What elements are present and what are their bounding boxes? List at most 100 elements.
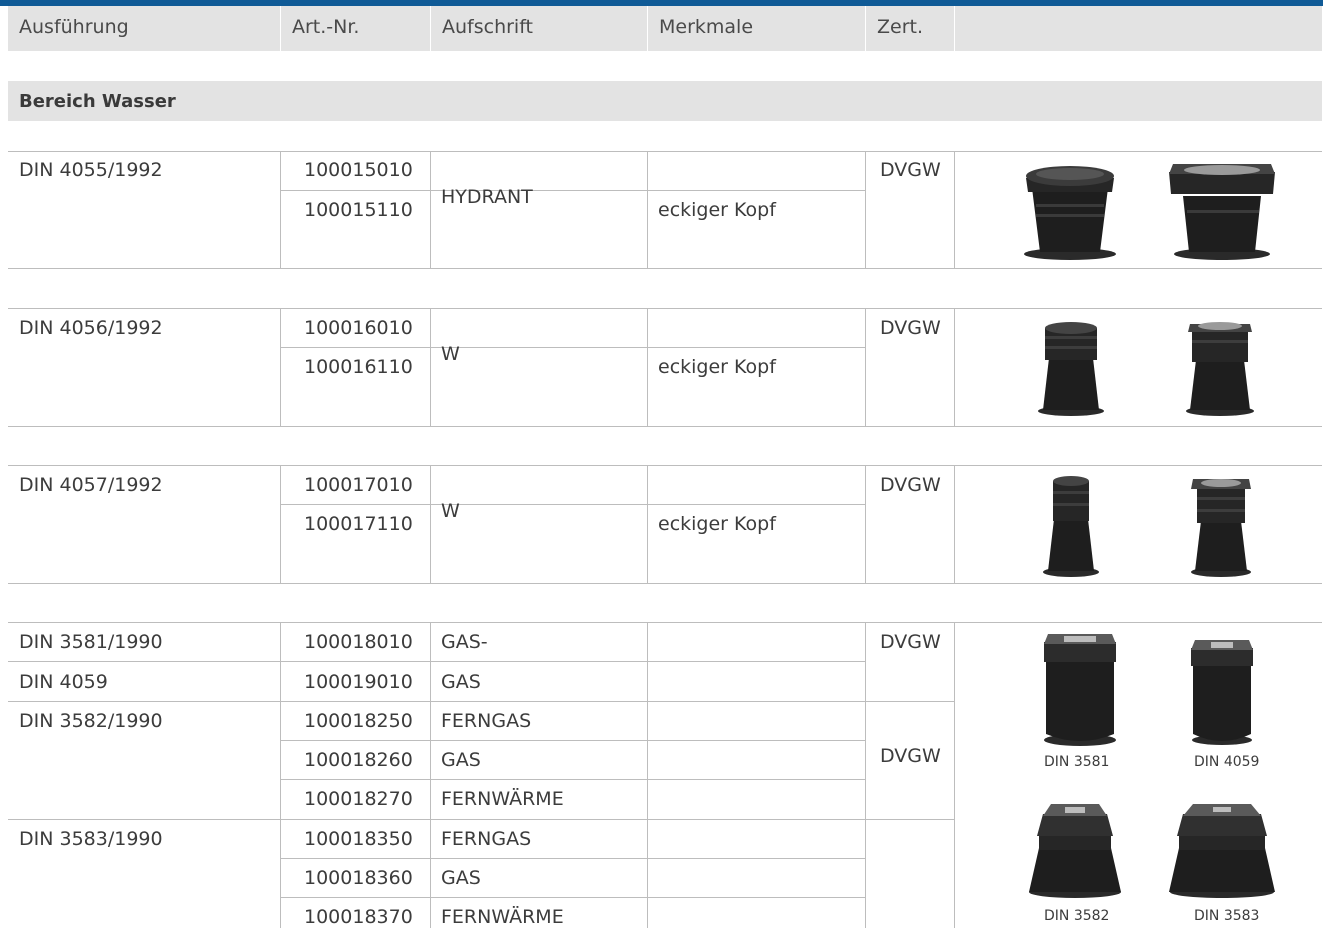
art-nr-cell: 100017110 bbox=[304, 513, 413, 535]
square-head-valve-box-image bbox=[1186, 322, 1254, 416]
divider bbox=[865, 465, 866, 583]
art-nr-cell: 100016010 bbox=[304, 317, 413, 339]
divider bbox=[647, 151, 648, 268]
zert-cell: DVGW bbox=[880, 631, 941, 653]
image-caption-din-3583: DIN 3583 bbox=[1194, 908, 1260, 924]
divider bbox=[280, 622, 281, 928]
art-nr-cell: 100018360 bbox=[304, 867, 413, 889]
divider bbox=[8, 426, 1322, 427]
art-nr-cell: 100018270 bbox=[304, 788, 413, 810]
ausfuehrung-cell: DIN 4056/1992 bbox=[19, 317, 163, 339]
zert-cell: DVGW bbox=[880, 474, 941, 496]
divider bbox=[430, 308, 431, 426]
merkmale-cell: eckiger Kopf bbox=[658, 356, 776, 378]
art-nr-cell: 100017010 bbox=[304, 474, 413, 496]
divider bbox=[430, 465, 431, 583]
ausfuehrung-cell: DIN 4055/1992 bbox=[19, 159, 163, 181]
divider bbox=[865, 308, 866, 426]
art-nr-cell: 100018010 bbox=[304, 631, 413, 653]
divider bbox=[280, 897, 866, 898]
divider bbox=[647, 622, 648, 928]
divider bbox=[865, 819, 954, 820]
divider bbox=[865, 701, 954, 702]
divider bbox=[280, 347, 866, 348]
divider bbox=[280, 504, 866, 505]
din-3581-box-image bbox=[1044, 634, 1116, 746]
divider bbox=[954, 308, 955, 426]
aufschrift-cell: GAS bbox=[441, 749, 481, 771]
image-caption-din-3581: DIN 3581 bbox=[1044, 754, 1110, 770]
column-header-art-nr: Art.-Nr. bbox=[281, 6, 431, 51]
divider bbox=[865, 151, 866, 268]
round-valve-box-small-image bbox=[1043, 476, 1099, 577]
ausfuehrung-cell: DIN 4057/1992 bbox=[19, 474, 163, 496]
aufschrift-cell: FERNGAS bbox=[441, 710, 532, 732]
divider bbox=[954, 465, 955, 583]
divider bbox=[8, 819, 866, 820]
ausfuehrung-cell: DIN 3581/1990 bbox=[19, 631, 163, 653]
round-hydrant-box-image bbox=[1024, 166, 1116, 260]
aufschrift-cell: GAS bbox=[441, 867, 481, 889]
ausfuehrung-cell: DIN 3582/1990 bbox=[19, 710, 163, 732]
divider bbox=[8, 308, 1322, 309]
art-nr-cell: 100018370 bbox=[304, 906, 413, 928]
divider bbox=[280, 740, 866, 741]
art-nr-cell: 100016110 bbox=[304, 356, 413, 378]
divider bbox=[280, 151, 281, 268]
divider bbox=[8, 151, 1322, 152]
aufschrift-cell: FERNGAS bbox=[441, 828, 532, 850]
aufschrift-cell: HYDRANT bbox=[441, 186, 533, 208]
divider bbox=[647, 465, 648, 583]
divider bbox=[8, 622, 1322, 623]
square-head-hydrant-box-image bbox=[1169, 164, 1275, 260]
aufschrift-cell: FERNWÄRME bbox=[441, 788, 564, 810]
zert-cell: DVGW bbox=[880, 159, 941, 181]
aufschrift-cell: GAS bbox=[441, 671, 481, 693]
image-caption-din-4059: DIN 4059 bbox=[1194, 754, 1260, 770]
column-header-merkmale: Merkmale bbox=[648, 6, 866, 51]
divider bbox=[8, 268, 1322, 269]
din-3583-box-image bbox=[1169, 804, 1275, 898]
divider bbox=[8, 661, 866, 662]
merkmale-cell: eckiger Kopf bbox=[658, 513, 776, 535]
section-title: Bereich Wasser bbox=[8, 81, 1322, 121]
divider bbox=[647, 308, 648, 426]
image-caption-din-3582: DIN 3582 bbox=[1044, 908, 1110, 924]
square-head-valve-box-small-image bbox=[1191, 479, 1251, 577]
zert-cell: DVGW bbox=[880, 317, 941, 339]
aufschrift-cell: FERNWÄRME bbox=[441, 906, 564, 928]
divider bbox=[954, 151, 955, 268]
art-nr-cell: 100018350 bbox=[304, 828, 413, 850]
table-header: Ausführung Art.-Nr. Aufschrift Merkmale … bbox=[8, 6, 1322, 51]
divider bbox=[430, 151, 431, 268]
divider bbox=[865, 622, 866, 928]
din-3582-box-image bbox=[1029, 804, 1121, 898]
art-nr-cell: 100018260 bbox=[304, 749, 413, 771]
round-valve-box-image bbox=[1038, 322, 1104, 416]
art-nr-cell: 100019010 bbox=[304, 671, 413, 693]
zert-cell: DVGW bbox=[880, 745, 941, 767]
divider bbox=[280, 858, 866, 859]
art-nr-cell: 100018250 bbox=[304, 710, 413, 732]
column-header-image bbox=[955, 6, 1322, 51]
divider bbox=[280, 465, 281, 583]
ausfuehrung-cell: DIN 3583/1990 bbox=[19, 828, 163, 850]
column-header-zert: Zert. bbox=[866, 6, 955, 51]
divider bbox=[8, 465, 1322, 466]
ausfuehrung-cell: DIN 4059 bbox=[19, 671, 108, 693]
divider bbox=[280, 779, 866, 780]
column-header-aufschrift: Aufschrift bbox=[431, 6, 648, 51]
aufschrift-cell: W bbox=[441, 500, 460, 522]
column-header-ausfuehrung: Ausführung bbox=[8, 6, 281, 51]
divider bbox=[8, 701, 866, 702]
divider bbox=[954, 622, 955, 928]
divider bbox=[8, 583, 1322, 584]
aufschrift-cell: W bbox=[441, 343, 460, 365]
merkmale-cell: eckiger Kopf bbox=[658, 199, 776, 221]
aufschrift-cell: GAS- bbox=[441, 631, 488, 653]
art-nr-cell: 100015010 bbox=[304, 159, 413, 181]
din-4059-box-image bbox=[1191, 640, 1253, 745]
divider bbox=[280, 308, 281, 426]
divider bbox=[430, 622, 431, 928]
divider bbox=[280, 190, 866, 191]
